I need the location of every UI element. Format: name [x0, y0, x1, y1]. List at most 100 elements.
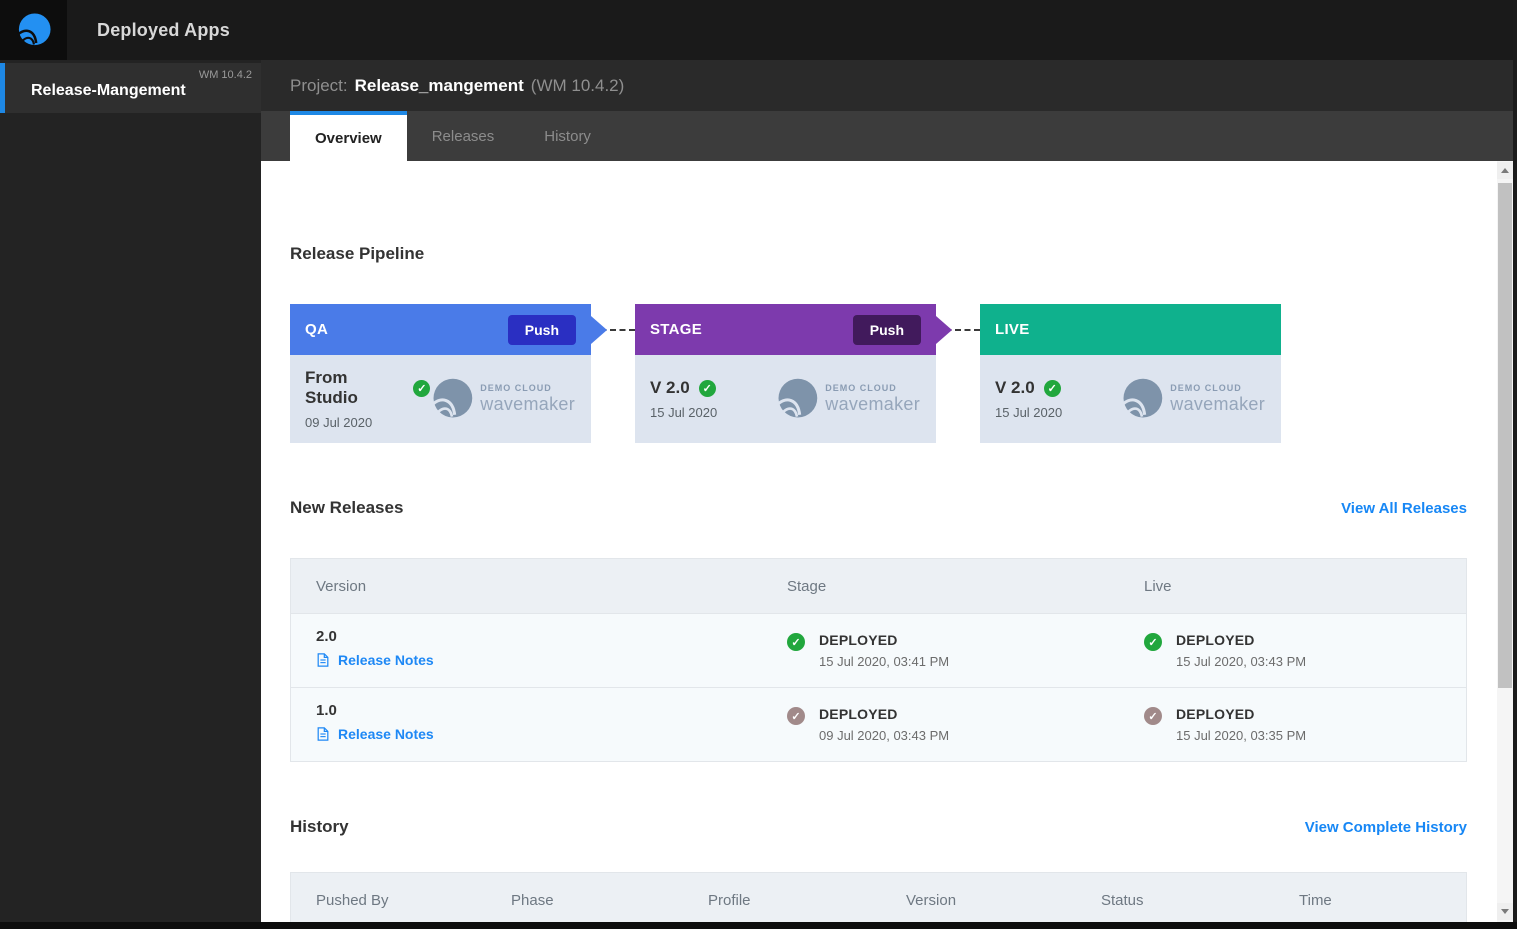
stage-status-check-icon: ✓	[787, 633, 805, 651]
new-releases-heading: New Releases	[290, 498, 404, 517]
app-logo-box[interactable]	[0, 0, 67, 60]
stage-card-header: STAGE Push	[635, 304, 952, 355]
sidebar-item-label: Release-Mangement	[31, 82, 186, 99]
tab-overview[interactable]: Overview	[290, 111, 407, 161]
wavemaker-label: wavemaker	[480, 394, 575, 414]
table-row: 1.0 Release Notes ✓ DEPLOYED 09 Jul 2020…	[291, 687, 1466, 761]
live-card-body: V 2.0 ✓ 15 Jul 2020 DEMO CLOUD wavemaker	[980, 355, 1281, 443]
qa-push-button[interactable]: Push	[507, 314, 576, 345]
top-bar: Deployed Apps	[0, 0, 1517, 60]
overview-content: Release Pipeline QA Push From Studio ✓ 0…	[261, 161, 1517, 922]
live-status-check-icon: ✓	[1144, 633, 1162, 651]
wavemaker-cloud-icon	[431, 378, 473, 418]
column-stage: Stage	[787, 577, 827, 595]
qa-card-header: QA Push	[290, 304, 607, 355]
live-status: DEPLOYED	[1176, 706, 1255, 722]
vertical-scrollbar[interactable]	[1497, 161, 1513, 922]
qa-card-body: From Studio ✓ 09 Jul 2020 DEMO CLOUD wav…	[290, 355, 591, 443]
column-time: Time	[1299, 891, 1332, 909]
history-table: Pushed By Phase Profile Version Status T…	[290, 872, 1467, 922]
stage-status: DEPLOYED	[819, 632, 898, 648]
live-card-header: LIVE	[980, 304, 1281, 355]
history-table-header: Pushed By Phase Profile Version Status T…	[291, 873, 1466, 922]
demo-cloud-label: DEMO CLOUD	[1170, 383, 1242, 393]
live-demo-cloud-logo: DEMO CLOUD wavemaker	[1120, 377, 1265, 421]
version-number: 2.0	[316, 628, 337, 645]
live-date: 15 Jul 2020	[995, 405, 1063, 420]
stage-status: DEPLOYED	[819, 706, 898, 722]
wavemaker-cloud-icon	[1121, 378, 1163, 418]
column-version: Version	[906, 891, 957, 909]
stage-stage-name: STAGE	[650, 321, 703, 338]
pipeline-cards: QA Push From Studio ✓ 09 Jul 2020 DEMO C…	[290, 304, 1467, 443]
stage-date: 15 Jul 2020	[650, 405, 718, 420]
live-version: V 2.0	[995, 378, 1035, 397]
release-notes-link[interactable]: Release Notes	[316, 726, 434, 742]
new-releases-table: Version Stage Live 2.0 Release Notes ✓ D…	[290, 558, 1467, 762]
stage-arrow-icon	[936, 315, 952, 344]
column-phase: Phase	[511, 891, 554, 909]
wavemaker-logo-icon	[16, 13, 51, 46]
qa-demo-cloud-logo: DEMO CLOUD wavemaker	[430, 377, 575, 421]
stage-status-check-icon: ✓	[787, 707, 805, 725]
tab-history[interactable]: History	[519, 111, 616, 161]
wavemaker-label: wavemaker	[1170, 394, 1265, 414]
wavemaker-label: wavemaker	[825, 394, 920, 414]
pipeline-card-stage: STAGE Push V 2.0 ✓ 15 Jul 2020 DEMO CLOU…	[635, 304, 952, 443]
view-all-releases-link[interactable]: View All Releases	[1341, 500, 1467, 517]
tab-releases[interactable]: Releases	[407, 111, 520, 161]
tab-bar: Overview Releases History	[261, 111, 1517, 161]
live-time: 15 Jul 2020, 03:35 PM	[1176, 728, 1307, 743]
wavemaker-cloud-icon	[776, 378, 818, 418]
live-status: DEPLOYED	[1176, 632, 1255, 648]
arrow-down-icon	[1501, 909, 1509, 914]
stage-time: 15 Jul 2020, 03:41 PM	[819, 654, 950, 669]
release-notes-link[interactable]: Release Notes	[316, 652, 434, 668]
arrow-up-icon	[1501, 168, 1509, 173]
new-releases-table-header: Version Stage Live	[291, 559, 1466, 613]
window-right-edge	[1513, 0, 1517, 929]
stage-time: 09 Jul 2020, 03:43 PM	[819, 728, 950, 743]
app-title: Deployed Apps	[97, 19, 230, 40]
column-live: Live	[1144, 577, 1172, 595]
history-heading: History	[290, 817, 349, 836]
release-pipeline-heading: Release Pipeline	[290, 244, 425, 263]
table-row: 2.0 Release Notes ✓ DEPLOYED 15 Jul 2020…	[291, 613, 1466, 687]
qa-version: From Studio	[305, 368, 358, 407]
release-notes-label: Release Notes	[338, 652, 434, 668]
stage-card-body: V 2.0 ✓ 15 Jul 2020 DEMO CLOUD wavemaker	[635, 355, 936, 443]
stage-demo-cloud-logo: DEMO CLOUD wavemaker	[775, 377, 920, 421]
sidebar-item-release-management[interactable]: WM 10.4.2 Release-Mangement	[0, 63, 261, 113]
stage-version: V 2.0	[650, 378, 690, 397]
main-area: Project: Release_mangement (WM 10.4.2) O…	[261, 60, 1517, 922]
document-icon	[317, 727, 329, 741]
column-pushed-by: Pushed By	[316, 891, 389, 909]
live-success-check-icon: ✓	[1043, 379, 1061, 397]
view-complete-history-link[interactable]: View Complete History	[1305, 819, 1467, 836]
live-status-check-icon: ✓	[1144, 707, 1162, 725]
version-number: 1.0	[316, 702, 337, 719]
scroll-up-button[interactable]	[1497, 162, 1513, 179]
column-profile: Profile	[708, 891, 751, 909]
qa-success-check-icon: ✓	[413, 379, 431, 397]
live-time: 15 Jul 2020, 03:43 PM	[1176, 654, 1307, 669]
scroll-down-button[interactable]	[1497, 903, 1513, 920]
column-status: Status	[1101, 891, 1144, 909]
qa-arrow-icon	[591, 315, 607, 344]
qa-date: 09 Jul 2020	[305, 415, 373, 430]
project-name: Release_mangement	[354, 75, 524, 95]
demo-cloud-label: DEMO CLOUD	[825, 383, 897, 393]
document-icon	[317, 653, 329, 667]
live-stage-name: LIVE	[995, 321, 1030, 338]
window-bottom-edge	[0, 922, 1517, 929]
project-version: (WM 10.4.2)	[530, 75, 625, 95]
sidebar: WM 10.4.2 Release-Mangement	[0, 60, 261, 922]
pipeline-card-live: LIVE V 2.0 ✓ 15 Jul 2020 DEMO CLOUD wave…	[980, 304, 1281, 443]
demo-cloud-label: DEMO CLOUD	[480, 383, 552, 393]
scrollbar-thumb[interactable]	[1498, 183, 1512, 688]
sidebar-item-version: WM 10.4.2	[198, 69, 252, 81]
stage-success-check-icon: ✓	[698, 379, 716, 397]
stage-push-button[interactable]: Push	[852, 314, 921, 345]
pipeline-card-qa: QA Push From Studio ✓ 09 Jul 2020 DEMO C…	[290, 304, 607, 443]
qa-stage-name: QA	[305, 321, 329, 338]
